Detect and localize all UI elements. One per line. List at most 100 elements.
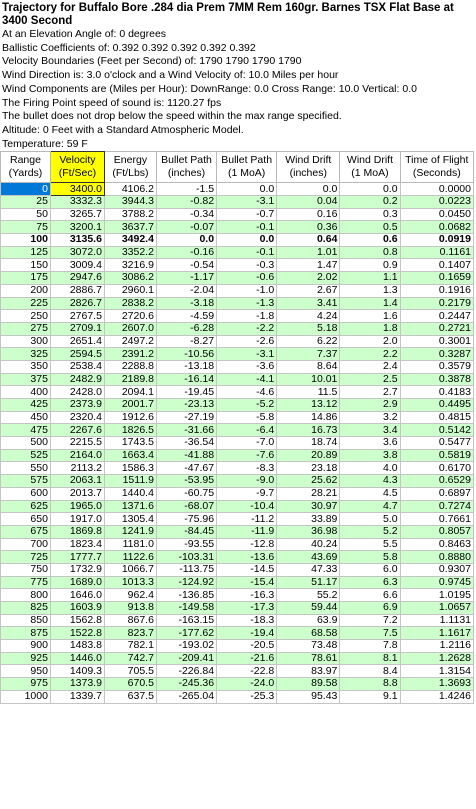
velocity-cell[interactable]: 2482.9 bbox=[49, 372, 105, 387]
range-cell[interactable]: 400 bbox=[0, 385, 51, 400]
bullet-path-inches-cell[interactable]: -0.07 bbox=[155, 220, 218, 235]
bullet-path-moa-cell[interactable]: -0.3 bbox=[216, 258, 278, 273]
wind-drift-moa-cell[interactable]: 1.4 bbox=[339, 296, 401, 311]
wind-drift-inches-cell[interactable]: 89.58 bbox=[276, 677, 341, 691]
wind-drift-moa-cell[interactable]: 5.0 bbox=[339, 512, 401, 526]
wind-drift-inches-cell[interactable]: 0.16 bbox=[276, 207, 341, 222]
header-wind-drift-moa[interactable]: Wind Drift (1 MoA) bbox=[339, 151, 401, 184]
wind-drift-inches-cell[interactable]: 6.22 bbox=[276, 334, 341, 349]
bullet-path-moa-cell[interactable]: -14.5 bbox=[216, 562, 278, 577]
bullet-path-moa-cell[interactable]: -16.3 bbox=[216, 588, 278, 603]
time-of-flight-cell[interactable]: 0.1916 bbox=[399, 283, 475, 298]
velocity-cell[interactable]: 1522.8 bbox=[49, 626, 105, 641]
time-of-flight-cell[interactable]: 1.3154 bbox=[399, 664, 475, 679]
energy-cell[interactable]: 1241.9 bbox=[103, 524, 157, 539]
bullet-path-inches-cell[interactable]: -226.84 bbox=[155, 664, 218, 679]
bullet-path-moa-cell[interactable]: -11.9 bbox=[216, 524, 278, 539]
velocity-cell[interactable]: 1603.9 bbox=[49, 601, 105, 615]
velocity-cell[interactable]: 2113.2 bbox=[49, 461, 105, 476]
wind-drift-inches-cell[interactable]: 78.61 bbox=[276, 651, 341, 666]
wind-drift-inches-cell[interactable]: 51.17 bbox=[276, 575, 341, 590]
wind-drift-inches-cell[interactable]: 40.24 bbox=[276, 537, 341, 552]
wind-drift-inches-cell[interactable]: 55.2 bbox=[276, 588, 341, 603]
wind-drift-moa-cell[interactable]: 6.3 bbox=[339, 575, 401, 590]
time-of-flight-cell[interactable]: 0.3579 bbox=[399, 359, 475, 374]
wind-drift-inches-cell[interactable]: 43.69 bbox=[276, 550, 341, 564]
velocity-cell[interactable]: 1646.0 bbox=[49, 588, 105, 603]
time-of-flight-cell[interactable]: 0.0450 bbox=[399, 207, 475, 222]
time-of-flight-cell[interactable]: 0.3878 bbox=[399, 372, 475, 387]
velocity-cell[interactable]: 2651.4 bbox=[49, 334, 105, 349]
energy-cell[interactable]: 3788.2 bbox=[103, 207, 157, 222]
velocity-cell[interactable]: 1689.0 bbox=[49, 575, 105, 590]
bullet-path-moa-cell[interactable]: -5.8 bbox=[216, 410, 278, 425]
header-energy[interactable]: Energy (Ft/Lbs) bbox=[103, 151, 157, 184]
wind-drift-moa-cell[interactable]: 6.6 bbox=[339, 588, 401, 603]
velocity-cell[interactable]: 1409.3 bbox=[49, 664, 105, 679]
velocity-cell[interactable]: 1965.0 bbox=[49, 499, 105, 514]
wind-drift-inches-cell[interactable]: 95.43 bbox=[276, 689, 341, 704]
velocity-cell[interactable]: 2709.1 bbox=[49, 321, 105, 336]
bullet-path-moa-cell[interactable]: -12.8 bbox=[216, 537, 278, 552]
header-range[interactable]: Range (Yards) bbox=[0, 151, 51, 184]
bullet-path-inches-cell[interactable]: -16.14 bbox=[155, 372, 218, 387]
wind-drift-moa-cell[interactable]: 6.9 bbox=[339, 601, 401, 615]
header-bullet-path-inches[interactable]: Bullet Path (inches) bbox=[155, 151, 218, 184]
bullet-path-inches-cell[interactable]: -47.67 bbox=[155, 461, 218, 476]
energy-cell[interactable]: 3637.7 bbox=[103, 220, 157, 235]
bullet-path-inches-cell[interactable]: -163.15 bbox=[155, 613, 218, 628]
wind-drift-moa-cell[interactable]: 1.3 bbox=[339, 283, 401, 298]
range-cell[interactable]: 550 bbox=[0, 461, 51, 476]
range-cell[interactable]: 275 bbox=[0, 321, 51, 336]
energy-cell[interactable]: 1912.6 bbox=[103, 410, 157, 425]
range-cell[interactable]: 625 bbox=[0, 499, 51, 514]
bullet-path-inches-cell[interactable]: -136.85 bbox=[155, 588, 218, 603]
time-of-flight-cell[interactable]: 0.1659 bbox=[399, 271, 475, 285]
wind-drift-inches-cell[interactable]: 28.21 bbox=[276, 486, 341, 501]
header-bullet-path-moa[interactable]: Bullet Path (1 MoA) bbox=[216, 151, 278, 184]
bullet-path-inches-cell[interactable]: -4.59 bbox=[155, 309, 218, 323]
bullet-path-inches-cell[interactable]: -1.5 bbox=[155, 182, 218, 197]
energy-cell[interactable]: 2497.2 bbox=[103, 334, 157, 349]
wind-drift-moa-cell[interactable]: 3.8 bbox=[339, 448, 401, 463]
energy-cell[interactable]: 3216.9 bbox=[103, 258, 157, 273]
energy-cell[interactable]: 1122.6 bbox=[103, 550, 157, 564]
wind-drift-inches-cell[interactable]: 10.01 bbox=[276, 372, 341, 387]
bullet-path-inches-cell[interactable]: -6.28 bbox=[155, 321, 218, 336]
bullet-path-moa-cell[interactable]: -13.6 bbox=[216, 550, 278, 564]
time-of-flight-cell[interactable]: 0.3001 bbox=[399, 334, 475, 349]
energy-cell[interactable]: 823.7 bbox=[103, 626, 157, 641]
range-cell[interactable]: 125 bbox=[0, 245, 51, 260]
bullet-path-inches-cell[interactable]: -31.66 bbox=[155, 423, 218, 438]
wind-drift-moa-cell[interactable]: 2.4 bbox=[339, 359, 401, 374]
bullet-path-inches-cell[interactable]: -93.55 bbox=[155, 537, 218, 552]
bullet-path-moa-cell[interactable]: -21.6 bbox=[216, 651, 278, 666]
energy-cell[interactable]: 1181.0 bbox=[103, 537, 157, 552]
time-of-flight-cell[interactable]: 0.0000 bbox=[399, 182, 475, 197]
energy-cell[interactable]: 1440.4 bbox=[103, 486, 157, 501]
wind-drift-moa-cell[interactable]: 2.5 bbox=[339, 372, 401, 387]
bullet-path-inches-cell[interactable]: -27.19 bbox=[155, 410, 218, 425]
time-of-flight-cell[interactable]: 0.8880 bbox=[399, 550, 475, 564]
bullet-path-moa-cell[interactable]: -0.6 bbox=[216, 271, 278, 285]
range-cell[interactable]: 700 bbox=[0, 537, 51, 552]
bullet-path-moa-cell[interactable]: -0.7 bbox=[216, 207, 278, 222]
time-of-flight-cell[interactable]: 1.0195 bbox=[399, 588, 475, 603]
velocity-cell[interactable]: 1777.7 bbox=[49, 550, 105, 564]
bullet-path-inches-cell[interactable]: -1.17 bbox=[155, 271, 218, 285]
range-cell[interactable]: 175 bbox=[0, 271, 51, 285]
range-cell[interactable]: 900 bbox=[0, 639, 51, 653]
energy-cell[interactable]: 742.7 bbox=[103, 651, 157, 666]
velocity-cell[interactable]: 1869.8 bbox=[49, 524, 105, 539]
bullet-path-inches-cell[interactable]: -193.02 bbox=[155, 639, 218, 653]
velocity-cell[interactable]: 2886.7 bbox=[49, 283, 105, 298]
bullet-path-moa-cell[interactable]: -2.2 bbox=[216, 321, 278, 336]
velocity-cell[interactable]: 2594.5 bbox=[49, 347, 105, 361]
energy-cell[interactable]: 4106.2 bbox=[103, 182, 157, 197]
bullet-path-moa-cell[interactable]: 0.0 bbox=[216, 233, 278, 247]
time-of-flight-cell[interactable]: 0.5477 bbox=[399, 436, 475, 450]
bullet-path-inches-cell[interactable]: -84.45 bbox=[155, 524, 218, 539]
wind-drift-moa-cell[interactable]: 5.2 bbox=[339, 524, 401, 539]
wind-drift-inches-cell[interactable]: 13.12 bbox=[276, 398, 341, 412]
bullet-path-moa-cell[interactable]: -3.1 bbox=[216, 347, 278, 361]
